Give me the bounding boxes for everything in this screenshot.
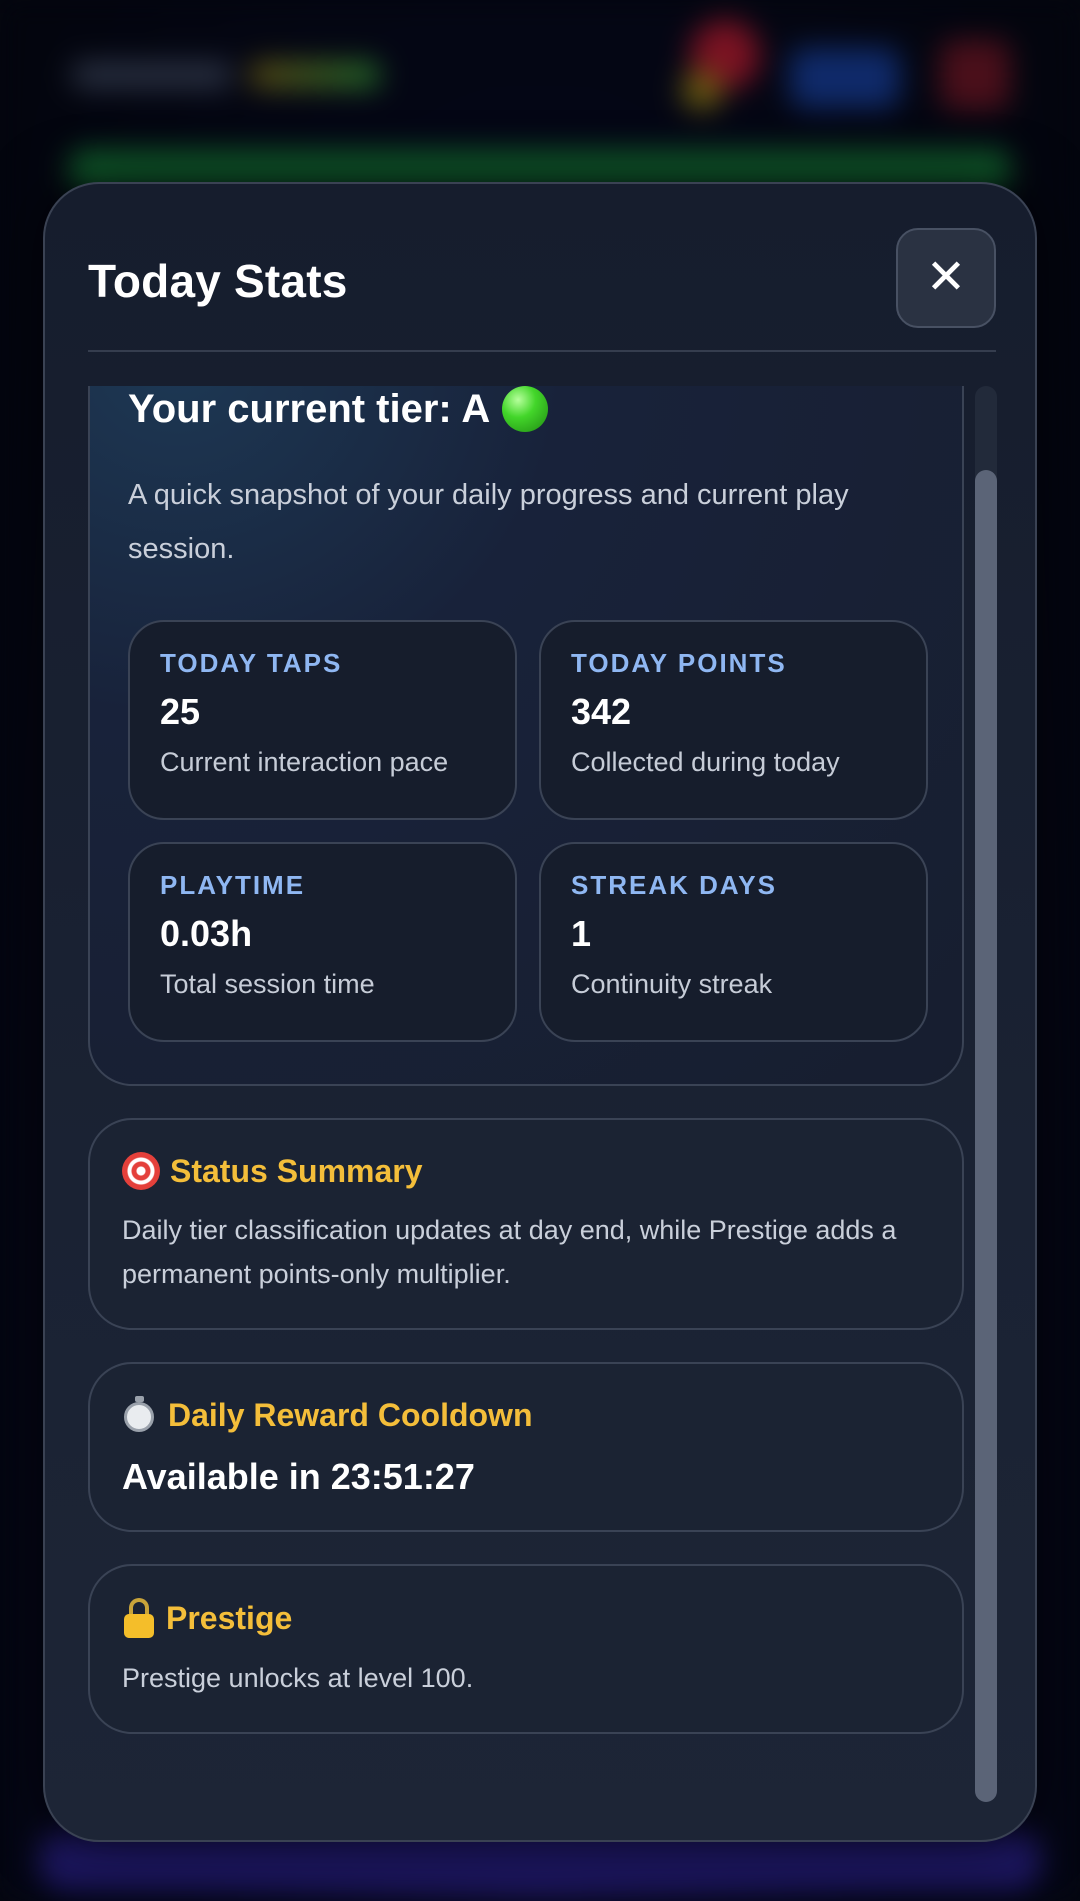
stat-value: 342 [571,691,632,732]
green-circle-icon [502,386,549,432]
modal-scroll-area[interactable]: Your current tier: A A quick snapshot of… [88,386,1008,1804]
stat-subtext: Collected during today [571,747,840,777]
stat-value: 25 [160,691,201,732]
close-button[interactable]: ✕ [896,228,996,328]
prestige-card: Prestige Prestige unlocks at level 100. [88,1564,964,1734]
daily-reward-countdown: Available in 23:51:27 [122,1456,475,1497]
background-logo-accent [250,62,380,88]
stopwatch-icon [122,1396,158,1434]
stat-value: 0.03h [160,913,253,954]
prestige-title: Prestige [166,1599,293,1636]
prestige-heading: Prestige [122,1598,930,1638]
tier-description: A quick snapshot of your daily progress … [128,479,849,565]
status-summary-heading: Status Summary [122,1152,930,1190]
stat-card-streak-days: STREAK DAYS 1 Continuity streak [539,842,928,1042]
modal-title: Today Stats [88,255,348,307]
tier-title: Your current tier: A [128,386,491,431]
tier-heading: Your current tier: A [128,386,549,432]
scrollbar-thumb[interactable] [975,470,997,1802]
daily-reward-heading: Daily Reward Cooldown [122,1396,930,1434]
stat-label: STREAK DAYS [571,870,777,900]
status-summary-text: Daily tier classification updates at day… [122,1215,897,1289]
stat-label: TODAY POINTS [571,648,787,678]
modal-header: Today Stats ✕ [88,228,996,352]
stat-subtext: Current interaction pace [160,747,449,777]
status-summary-title: Status Summary [170,1152,423,1189]
background-badge-secondary [682,70,722,110]
status-summary-card: Status Summary Daily tier classification… [88,1118,964,1330]
tier-card: Your current tier: A A quick snapshot of… [88,386,964,1086]
stat-card-today-points: TODAY POINTS 342 Collected during today [539,620,928,820]
background-button [790,48,900,108]
stat-subtext: Continuity streak [571,969,773,999]
stat-value: 1 [571,913,592,954]
stat-label: PLAYTIME [160,870,306,900]
stat-grid: TODAY TAPS 25 Current interaction pace T… [128,620,928,1042]
daily-reward-card: Daily Reward Cooldown Available in 23:51… [88,1362,964,1532]
stat-card-playtime: PLAYTIME 0.03h Total session time [128,842,517,1042]
today-stats-modal: Today Stats ✕ Your current tier: A A qui… [43,182,1037,1842]
modal-scroll-content: Your current tier: A A quick snapshot of… [88,386,964,1734]
stat-card-today-taps: TODAY TAPS 25 Current interaction pace [128,620,517,820]
stat-subtext: Total session time [160,969,375,999]
lock-icon [122,1598,156,1638]
stat-label: TODAY TAPS [160,648,343,678]
background-button-secondary [940,40,1010,110]
target-icon [122,1152,160,1190]
background-logo [72,62,232,88]
daily-reward-title: Daily Reward Cooldown [168,1396,533,1433]
prestige-text: Prestige unlocks at level 100. [122,1663,474,1693]
